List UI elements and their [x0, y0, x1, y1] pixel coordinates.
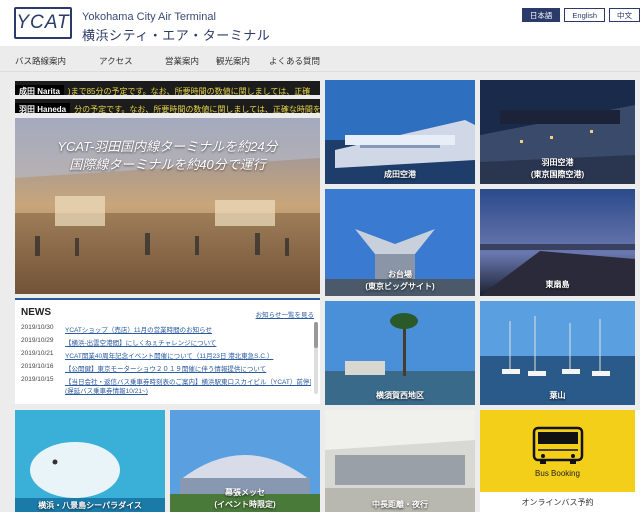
beluga-image — [15, 410, 165, 512]
tile-haneda[interactable]: 羽田空港 (東京国際空港) — [480, 80, 635, 184]
hero-banner[interactable]: YCAT-羽田国内線ターミナルを約24分 国際線ターミナルを約40分で運行 — [15, 118, 320, 294]
tile-narita[interactable]: 成田空港 — [325, 80, 475, 184]
tile-odaiba-label-2: (東京ビッグサイト) — [365, 282, 435, 291]
news-panel: NEWS お知らせ一覧を見る 2019/10/30 YCATショップ（売店）11… — [15, 298, 320, 404]
news-scrollbar-thumb[interactable] — [314, 322, 318, 348]
lang-english-button[interactable]: English — [564, 8, 605, 22]
bus-booking-sub-label[interactable]: オンラインバス予約 — [480, 497, 635, 508]
bus-terminal-image — [325, 410, 475, 512]
tile-makuhari-label-2: (イベント時限定) — [214, 500, 276, 509]
bus-booking-banner[interactable]: Bus Booking — [480, 410, 635, 492]
language-switcher: 日本語 English 中文 — [521, 8, 640, 22]
tile-yokosuka[interactable]: 横須賀西地区 — [325, 301, 475, 405]
tile-makuhari-label-1: 幕張メッセ — [225, 488, 265, 497]
nav-faq[interactable]: よくある質問 — [269, 55, 320, 67]
news-link[interactable]: 【横浜-出雲空港間】にしくねぇチャレンジについて — [65, 337, 311, 347]
hero-headline-2: 国際線ターミナルを約40分で運行 — [69, 157, 266, 172]
news-link[interactable]: YCATショップ（売店）11月の営業時間のお知らせ — [65, 324, 311, 334]
nav-business-info[interactable]: 営業案内 — [165, 55, 199, 67]
site-header: YCAT Yokohama City Air Terminal 横浜シティ・エア… — [0, 0, 640, 46]
lang-chinese-button[interactable]: 中文 — [609, 8, 640, 22]
tile-odaiba[interactable]: お台場 (東京ビッグサイト) — [325, 189, 475, 296]
tile-higashi-ogishima-label: 東扇島 — [545, 280, 570, 289]
main-nav: バス路線案内 アクセス 営業案内 観光案内 よくある質問 — [0, 46, 640, 72]
news-item: 2019/10/21 YCAT開業40周年記念イベント開催について（11月23日… — [21, 350, 311, 361]
nav-access[interactable]: アクセス — [99, 55, 133, 67]
tile-odaiba-label-1: お台場 — [388, 270, 412, 279]
news-date: 2019/10/21 — [21, 350, 54, 357]
bus-booking-tile[interactable]: Bus Booking オンラインバス予約 — [480, 410, 640, 512]
bus-icon — [532, 426, 584, 464]
news-item: 2019/10/16 【公開鍵】東京モーターショウ２０１９開催に伴う情報提供につ… — [21, 363, 311, 374]
news-date: 2019/10/16 — [21, 363, 54, 370]
tile-hakkeijima[interactable]: 横浜・八景島シーパラダイス — [15, 410, 165, 512]
logo-subtitle-jp: 横浜シティ・エア・ターミナル — [82, 28, 271, 43]
nav-bus-routes[interactable]: バス路線案内 — [15, 55, 66, 67]
news-scrollbar[interactable] — [314, 322, 318, 394]
tile-hakkeijima-label: 横浜・八景島シーパラダイス — [38, 501, 142, 510]
news-item: 2019/10/30 YCATショップ（売店）11月の営業時間のお知らせ — [21, 324, 311, 335]
ycat-logo[interactable]: YCAT — [14, 7, 72, 39]
tile-haneda-label-2: (東京国際空港) — [530, 170, 585, 179]
narita-ticker-label: 成田 Narita — [15, 85, 64, 95]
tile-narita-label: 成田空港 — [384, 170, 416, 179]
news-link[interactable]: YCAT開業40周年記念イベント開催について（11月23日 港北東急S.C.） — [65, 350, 311, 360]
logo-subtitle-en: Yokohama City Air Terminal — [82, 11, 216, 23]
tile-yokosuka-label: 横須賀西地区 — [376, 391, 424, 400]
lang-japanese-button[interactable]: 日本語 — [521, 8, 561, 22]
haneda-ticker-label: 羽田 Haneda — [15, 103, 71, 113]
news-date: 2019/10/15 — [21, 376, 54, 383]
news-link[interactable]: 【公開鍵】東京モーターショウ２０１９開催に伴う情報提供について — [65, 363, 311, 373]
narita-ticker-text: )まで85分の予定です。なお、所要時間の数値に関しましては、正確 — [67, 87, 311, 95]
tile-long-distance-label: 中長距離・夜行 — [372, 500, 428, 509]
news-more-link[interactable]: お知らせ一覧を見る — [256, 309, 314, 319]
tile-long-distance[interactable]: 中長距離・夜行 — [325, 410, 475, 512]
news-item: (遅延バス乗車券情報10/21~) — [21, 385, 311, 396]
news-date: 2019/10/29 — [21, 337, 54, 344]
tile-hayama[interactable]: 葉山 — [480, 301, 635, 405]
news-date: 2019/10/30 — [21, 324, 54, 331]
news-link[interactable]: (遅延バス乗車券情報10/21~) — [65, 385, 311, 395]
haneda-ticker: 羽田 Haneda 分の予定です。なお、所要時間の数値に関しましては、正確な時間を — [15, 99, 320, 113]
hero-headline-1: YCAT-羽田国内線ターミナルを約24分 — [57, 139, 278, 154]
bus-booking-label: Bus Booking — [535, 469, 580, 478]
news-item: 2019/10/29 【横浜-出雲空港間】にしくねぇチャレンジについて — [21, 337, 311, 348]
tile-hayama-label: 葉山 — [549, 391, 566, 400]
news-heading: NEWS — [21, 307, 51, 318]
tile-makuhari[interactable]: 幕張メッセ (イベント時限定) — [170, 410, 320, 512]
narita-ticker: 成田 Narita)まで85分の予定です。なお、所要時間の数値に関しましては、正… — [15, 81, 320, 95]
haneda-ticker-text: 分の予定です。なお、所要時間の数値に関しましては、正確な時間を — [74, 105, 320, 113]
page: YCAT Yokohama City Air Terminal 横浜シティ・エア… — [0, 0, 640, 512]
nav-sightseeing[interactable]: 観光案内 — [216, 55, 250, 67]
tile-higashi-ogishima[interactable]: 東扇島 — [480, 189, 635, 296]
tile-haneda-label-1: 羽田空港 — [541, 158, 574, 167]
